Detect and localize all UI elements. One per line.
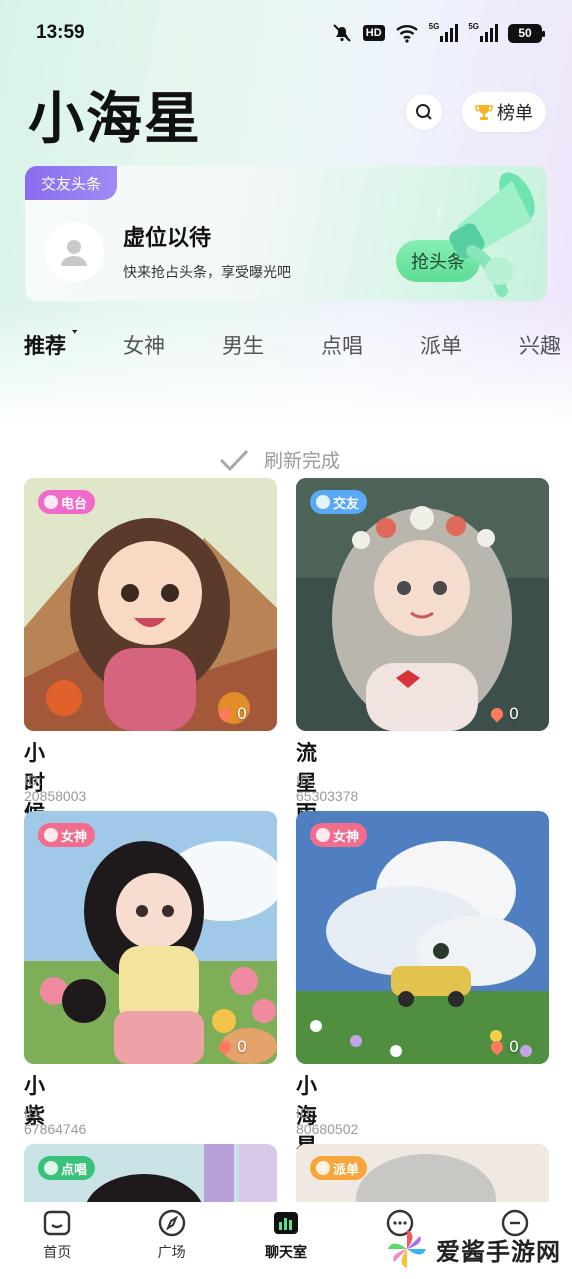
- search-icon: [416, 104, 432, 120]
- category-label: 女神: [333, 829, 360, 845]
- tab-boys[interactable]: 男生: [222, 330, 321, 370]
- badge-icon: [44, 828, 58, 842]
- nav-square[interactable]: 广场: [114, 1202, 228, 1279]
- likes-count: 0: [216, 704, 247, 723]
- likes-value: 0: [508, 1037, 519, 1056]
- mute-bell-icon: [331, 22, 353, 44]
- heat-icon: [216, 1038, 234, 1055]
- badge-icon: [316, 1161, 330, 1175]
- chatroom-icon: [274, 1212, 299, 1234]
- room-cover-image[interactable]: 电台 0: [24, 478, 277, 731]
- pinwheel-logo: [388, 1230, 426, 1268]
- signal-icon-2: 5G: [468, 22, 498, 44]
- refresh-text: 刷新完成: [264, 450, 341, 472]
- battery-icon: 50: [508, 22, 545, 44]
- category-label: 点唱: [61, 1162, 88, 1178]
- compass-icon: [158, 1209, 185, 1237]
- headline-title: 虚位以待: [123, 226, 212, 251]
- avatar-placeholder: [44, 222, 104, 282]
- check-icon: [219, 449, 249, 471]
- wifi-icon: [395, 22, 419, 44]
- category-badge: 派单: [310, 1156, 368, 1180]
- room-cover-image[interactable]: 点唱: [24, 1144, 277, 1204]
- tab-song-request[interactable]: 点唱: [321, 330, 420, 370]
- user-icon: [61, 240, 87, 266]
- likes-value: 0: [236, 1037, 247, 1056]
- search-button[interactable]: [406, 94, 442, 130]
- trophy-icon: [475, 105, 493, 120]
- room-id: ID: 20858003: [24, 772, 87, 804]
- tab-label: 兴趣: [519, 334, 561, 358]
- category-badge: 点唱: [38, 1156, 96, 1180]
- signal1-label: 5G: [428, 22, 440, 31]
- headline-banner[interactable]: 交友头条 虚位以待 快来抢占头条，享受曝光吧 抢头条: [25, 166, 547, 301]
- rank-label: 榜单: [497, 103, 533, 124]
- room-cover-image[interactable]: 女神 0: [24, 811, 277, 1064]
- watermark-text: 爱酱手游网: [436, 1237, 561, 1266]
- category-tabs: 推荐✦ 女神 男生 点唱 派单 兴趣: [24, 330, 572, 370]
- room-id: ID: 67864746: [24, 1105, 87, 1137]
- nav-label: 广场: [157, 1245, 186, 1261]
- hd-icon: HD: [362, 22, 385, 44]
- status-time: 13:59: [36, 22, 85, 43]
- megaphone-icon: [437, 172, 535, 297]
- nav-label: 聊天室: [265, 1245, 308, 1261]
- status-icons: HD 5G 5G 50: [331, 22, 545, 44]
- category-badge: 交友: [310, 490, 368, 514]
- heat-icon: [216, 705, 234, 722]
- nav-chatroom[interactable]: 聊天室: [229, 1202, 343, 1279]
- badge-icon: [44, 1161, 58, 1175]
- site-watermark: 爱酱手游网: [386, 1228, 561, 1270]
- likes-value: 0: [236, 704, 247, 723]
- category-label: 女神: [61, 829, 88, 845]
- home-icon: [44, 1210, 71, 1236]
- app-title: 小海星: [28, 87, 202, 152]
- badge-icon: [44, 495, 58, 509]
- tab-label: 女神: [123, 334, 165, 358]
- battery-level: 50: [508, 23, 545, 43]
- headline-subtitle: 快来抢占头条，享受曝光吧: [123, 265, 291, 281]
- tab-label: 派单: [420, 334, 462, 358]
- room-id: ID: 65303378: [296, 772, 359, 804]
- signal2-label: 5G: [468, 22, 479, 31]
- sparkle-icon: ✦: [68, 330, 81, 339]
- signal-icon-1: 5G: [429, 22, 459, 44]
- room-id: ID: 80680502: [296, 1105, 359, 1137]
- status-bar: 13:59 HD 5G 5G 50: [0, 0, 572, 66]
- category-label: 派单: [333, 1162, 360, 1178]
- likes-count: 0: [488, 1037, 519, 1056]
- badge-icon: [316, 495, 330, 509]
- likes-value: 0: [508, 704, 519, 723]
- category-badge: 女神: [38, 823, 96, 847]
- rank-button[interactable]: 榜单: [462, 92, 546, 132]
- tab-recommend[interactable]: 推荐✦: [24, 330, 123, 370]
- badge-icon: [316, 828, 330, 842]
- refresh-status: 刷新完成: [218, 446, 340, 473]
- likes-count: 0: [216, 1037, 247, 1056]
- tab-interest[interactable]: 兴趣: [519, 330, 572, 370]
- category-badge: 电台: [38, 490, 96, 514]
- room-cover-image[interactable]: 交友 0: [296, 478, 549, 731]
- room-cover-image[interactable]: 女神 0: [296, 811, 549, 1064]
- hd-label: HD: [362, 25, 385, 41]
- tab-goddess[interactable]: 女神: [123, 330, 222, 370]
- category-label: 交友: [333, 496, 360, 512]
- likes-count: 0: [488, 704, 519, 723]
- headline-tag: 交友头条: [25, 166, 117, 200]
- heat-icon: [488, 705, 506, 722]
- category-badge: 女神: [310, 823, 368, 847]
- room-cover-image[interactable]: 派单: [296, 1144, 549, 1204]
- tab-label: 推荐: [24, 334, 66, 358]
- category-label: 电台: [61, 496, 88, 512]
- heat-icon: [488, 1038, 506, 1055]
- tab-dispatch[interactable]: 派单: [420, 330, 519, 370]
- tab-label: 男生: [222, 334, 264, 358]
- tab-label: 点唱: [321, 334, 363, 358]
- nav-label: 首页: [43, 1245, 72, 1261]
- nav-home[interactable]: 首页: [0, 1202, 114, 1279]
